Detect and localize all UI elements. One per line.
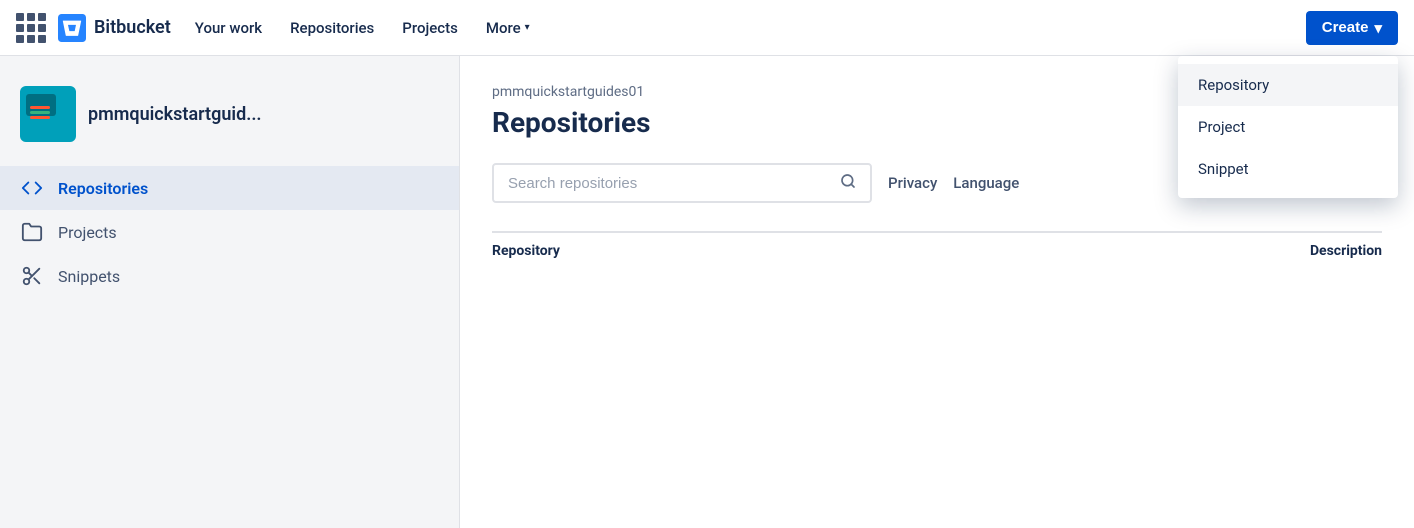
dropdown-item-snippet[interactable]: Snippet xyxy=(1178,148,1398,190)
table-header-description: Description xyxy=(1082,243,1382,259)
grid-menu-icon[interactable] xyxy=(16,13,46,43)
search-icon xyxy=(840,173,856,193)
table-header-row: Repository Description xyxy=(492,231,1382,263)
nav-projects[interactable]: Projects xyxy=(390,11,470,45)
create-dropdown-menu: Repository Project Snippet xyxy=(1178,56,1398,198)
workspace-item[interactable]: pmmquickstartguid... xyxy=(0,76,459,158)
sidebar-item-projects-label: Projects xyxy=(58,223,117,242)
code-icon xyxy=(20,176,44,200)
scissors-icon xyxy=(20,264,44,288)
create-chevron-icon: ▾ xyxy=(1374,19,1382,37)
nav-repositories[interactable]: Repositories xyxy=(278,11,386,45)
create-button[interactable]: Create ▾ xyxy=(1306,11,1398,45)
search-box xyxy=(492,163,872,203)
sidebar-item-snippets-label: Snippets xyxy=(58,267,120,286)
workspace-avatar xyxy=(20,86,76,142)
dropdown-item-project[interactable]: Project xyxy=(1178,106,1398,148)
table-header-repository: Repository xyxy=(492,243,1082,259)
logo-text: Bitbucket xyxy=(94,17,171,38)
sidebar-item-snippets[interactable]: Snippets xyxy=(0,254,459,298)
nav-more[interactable]: More ▾ xyxy=(474,11,542,45)
sidebar-item-projects[interactable]: Projects xyxy=(0,210,459,254)
sidebar: pmmquickstartguid... Repositories Projec… xyxy=(0,56,460,528)
folder-icon xyxy=(20,220,44,244)
workspace-name: pmmquickstartguid... xyxy=(88,104,262,125)
bitbucket-logo[interactable]: Bitbucket xyxy=(58,14,171,42)
nav-links: Your work Repositories Projects More ▾ xyxy=(183,11,542,45)
nav-your-work[interactable]: Your work xyxy=(183,11,274,45)
filter-privacy-label: Privacy xyxy=(888,174,937,192)
sidebar-item-repositories-label: Repositories xyxy=(58,179,148,198)
search-input[interactable] xyxy=(508,175,832,192)
sidebar-item-repositories[interactable]: Repositories xyxy=(0,166,459,210)
filter-language-label: Language xyxy=(953,174,1019,192)
topnav: Bitbucket Your work Repositories Project… xyxy=(0,0,1414,56)
more-chevron-icon: ▾ xyxy=(525,22,530,33)
dropdown-item-repository[interactable]: Repository xyxy=(1178,64,1398,106)
topnav-left: Bitbucket Your work Repositories Project… xyxy=(16,11,1306,45)
